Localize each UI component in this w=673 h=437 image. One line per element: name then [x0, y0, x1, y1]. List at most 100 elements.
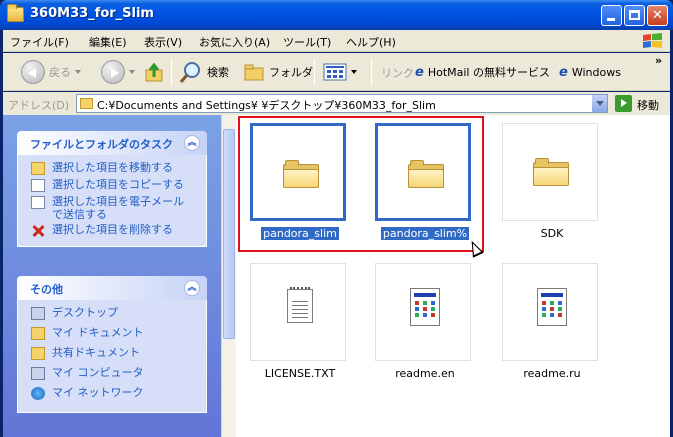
highlight-box [238, 116, 484, 252]
close-button[interactable]: ✕ [647, 5, 668, 26]
ie-icon: e [559, 64, 568, 80]
web-document-icon [410, 288, 440, 326]
links-label: リンク [381, 67, 414, 80]
copy-icon [31, 179, 45, 192]
title-bar[interactable]: 360M33_for_Slim ✕ [0, 0, 673, 30]
place-my-computer[interactable]: マイ コンピュータ [18, 366, 206, 386]
network-icon [31, 387, 45, 400]
up-folder-button[interactable] [144, 53, 166, 91]
place-my-documents[interactable]: マイ ドキュメント [18, 326, 206, 346]
back-dropdown-icon [75, 70, 81, 74]
thumbnail-frame [250, 263, 346, 361]
back-button[interactable]: 戻る [21, 53, 81, 91]
menu-file[interactable]: ファイル(F) [10, 34, 69, 50]
place-label: マイ ネットワーク [52, 386, 144, 399]
task-label: 選択した項目を削除する [52, 223, 173, 236]
place-label: 共有ドキュメント [52, 346, 140, 359]
forward-arrow-icon [101, 60, 125, 84]
menu-favorites[interactable]: お気に入り(A) [199, 34, 270, 50]
folders-label: フォルダ [269, 66, 313, 79]
place-label: マイ コンピュータ [52, 366, 144, 379]
folders-icon [244, 64, 264, 81]
minimize-button[interactable] [601, 5, 622, 26]
web-document-icon [537, 288, 567, 326]
search-icon [179, 62, 200, 83]
maximize-button[interactable] [624, 5, 645, 26]
menu-help[interactable]: ヘルプ(H) [346, 34, 396, 50]
link-hotmail-label: HotMail の無料サービス [427, 66, 550, 79]
close-icon: ✕ [652, 8, 663, 23]
link-windows[interactable]: e Windows [559, 53, 621, 91]
file-name: readme.ru [523, 367, 581, 380]
shared-folder-icon [31, 347, 45, 360]
panel-body: デスクトップ マイ ドキュメント 共有ドキュメント マイ コンピュータ マイ ネ… [17, 300, 207, 413]
forward-dropdown-icon [129, 70, 135, 74]
address-path: C:¥Documents and Settings¥ ¥デスクトップ¥360M3… [97, 99, 436, 112]
up-folder-icon [145, 62, 163, 82]
desktop-icon [31, 307, 45, 320]
folder-icon [7, 4, 24, 22]
search-label: 検索 [207, 66, 229, 79]
view-button[interactable] [323, 53, 357, 91]
task-pane-scrollbar[interactable] [221, 115, 236, 437]
folder-icon [533, 158, 569, 186]
delete-icon [31, 224, 45, 237]
panel-header[interactable]: その他 ︽ [17, 276, 207, 300]
address-bar: アドレス(D) C:¥Documents and Settings¥ ¥デスクト… [3, 92, 670, 115]
toolbar-separator [171, 59, 172, 85]
link-hotmail[interactable]: e HotMail の無料サービス [415, 53, 550, 91]
folders-button[interactable]: フォルダ [243, 53, 313, 91]
link-windows-label: Windows [571, 65, 621, 79]
toolbar-separator [371, 59, 372, 85]
text-file-icon [287, 287, 313, 323]
thumbnail-frame [375, 263, 471, 361]
file-name: LICENSE.TXT [264, 367, 336, 380]
toolbar-chevron-icon[interactable]: » [655, 54, 662, 67]
go-button[interactable]: 移動 [637, 97, 659, 113]
windows-logo-icon [643, 33, 662, 48]
address-dropdown-button[interactable] [591, 95, 607, 112]
collapse-chevron-icon[interactable]: ︽ [184, 280, 200, 296]
panel-title: ファイルとフォルダのタスク [30, 138, 173, 151]
menu-edit[interactable]: 編集(E) [89, 34, 127, 50]
address-label: アドレス(D) [8, 99, 70, 112]
task-email[interactable]: 選択した項目を電子メールで送信する [18, 195, 206, 223]
scrollbar-thumb[interactable] [223, 129, 235, 339]
place-my-network[interactable]: マイ ネットワーク [18, 386, 206, 404]
window-title: 360M33_for_Slim [30, 6, 154, 21]
file-folder-tasks-panel: ファイルとフォルダのタスク ︽ 選択した項目を移動する 選択した項目をコピーする… [17, 131, 207, 247]
forward-button[interactable] [101, 53, 135, 91]
panel-body: 選択した項目を移動する 選択した項目をコピーする 選択した項目を電子メールで送信… [17, 155, 207, 247]
collapse-chevron-icon[interactable]: ︽ [184, 135, 200, 151]
menu-bar: ファイル(F) 編集(E) 表示(V) お気に入り(A) ツール(T) ヘルプ(… [3, 30, 670, 52]
minimize-icon [607, 18, 615, 21]
menu-view[interactable]: 表示(V) [144, 34, 182, 50]
place-label: デスクトップ [52, 306, 118, 319]
panel-header[interactable]: ファイルとフォルダのタスク ︽ [17, 131, 207, 155]
email-icon [31, 196, 45, 209]
maximize-icon [629, 10, 640, 20]
go-arrow-icon[interactable] [615, 95, 632, 112]
computer-icon [31, 367, 45, 380]
ie-icon: e [415, 64, 424, 80]
address-input[interactable]: C:¥Documents and Settings¥ ¥デスクトップ¥360M3… [76, 94, 608, 113]
toolbar: 戻る 検索 フォルダ リンク e HotMail の無料サービス e Windo… [3, 53, 670, 91]
thumbnail-frame [502, 123, 598, 221]
panel-title: その他 [30, 283, 63, 296]
place-desktop[interactable]: デスクトップ [18, 306, 206, 326]
search-button[interactable]: 検索 [179, 53, 229, 91]
back-arrow-icon [21, 60, 45, 84]
toolbar-separator [314, 59, 315, 85]
place-label: マイ ドキュメント [52, 326, 144, 339]
task-copy[interactable]: 選択した項目をコピーする [18, 178, 206, 195]
place-shared-documents[interactable]: 共有ドキュメント [18, 346, 206, 366]
menu-tools[interactable]: ツール(T) [283, 34, 331, 50]
other-places-panel: その他 ︽ デスクトップ マイ ドキュメント 共有ドキュメント マイ コンピュー… [17, 276, 207, 413]
task-delete[interactable]: 選択した項目を削除する [18, 223, 206, 240]
move-icon [31, 162, 45, 175]
task-label: 選択した項目をコピーする [52, 178, 184, 191]
folder-icon [80, 98, 93, 109]
thumbnail-frame [502, 263, 598, 361]
file-name: SDK [540, 227, 564, 240]
task-move[interactable]: 選択した項目を移動する [18, 161, 206, 178]
